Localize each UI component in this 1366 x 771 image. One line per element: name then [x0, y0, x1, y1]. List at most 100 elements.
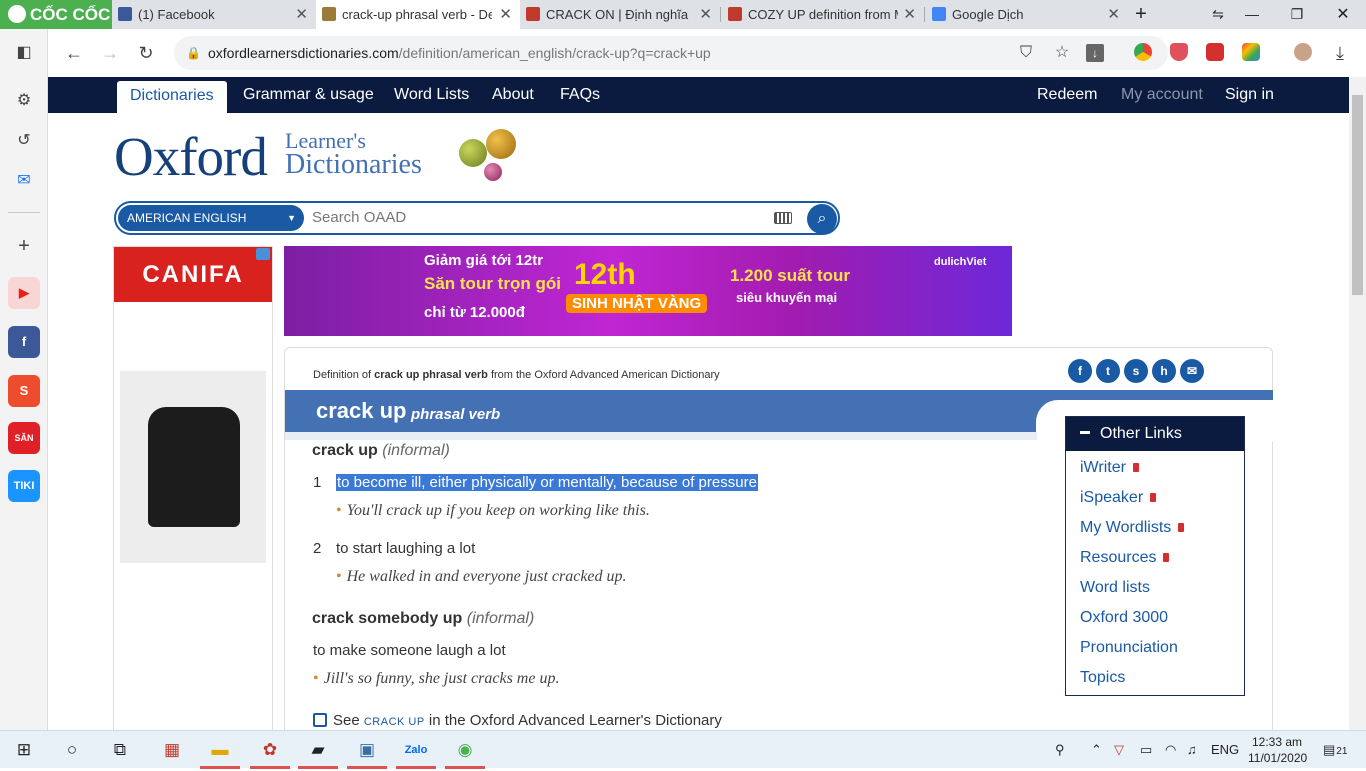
tab-oxford-crack-up[interactable]: crack-up phrasal verb - Def ✕ [316, 0, 520, 29]
messenger-icon[interactable]: ✉ [12, 169, 36, 193]
link-oxford-3000[interactable]: Oxford 3000 [1080, 609, 1168, 627]
facebook-share-icon[interactable]: f [1068, 359, 1092, 383]
nav-sign-in[interactable]: Sign in [1225, 77, 1274, 113]
address-bar[interactable]: 🔒 oxfordlearnersdictionaries.com/definit… [174, 36, 1168, 70]
tray-app-icon[interactable]: ▽ [1114, 731, 1124, 769]
link-label: Oxford 3000 [1080, 609, 1169, 626]
system-clock[interactable]: 12:33 am 11/01/2020 [1248, 734, 1307, 766]
coccoc-menu-button[interactable]: CỐC CỐC [0, 0, 112, 29]
people-icon[interactable]: ⚲ [1055, 731, 1065, 769]
see-also-link[interactable]: See CRACK UP in the Oxford Advanced Lear… [313, 712, 722, 729]
search-input[interactable]: Search OAAD [312, 209, 406, 226]
reload-icon[interactable]: ↻ [132, 39, 160, 67]
see-term[interactable]: CRACK UP [364, 716, 425, 728]
shield-icon[interactable]: ⛉ [1014, 36, 1038, 70]
dictionary-select[interactable]: AMERICAN ENGLISH ▼ [118, 205, 304, 231]
maximize-icon[interactable]: ❐ [1277, 0, 1317, 29]
sense-definition-selected[interactable]: to become ill, either physically or ment… [336, 474, 758, 491]
link-topics[interactable]: Topics [1080, 669, 1125, 687]
link-word-lists[interactable]: Word lists [1080, 579, 1150, 597]
scrollbar-thumb[interactable] [1352, 95, 1363, 295]
windows-start-icon[interactable]: ⊞ [11, 737, 37, 763]
nav-grammar-usage[interactable]: Grammar & usage [243, 77, 374, 113]
youtube-app-icon[interactable]: ▶ [8, 277, 40, 309]
search-circle-icon[interactable]: ○ [59, 737, 85, 763]
new-tab-plus-icon[interactable]: + [1121, 0, 1161, 29]
nav-dictionaries[interactable]: Dictionaries [117, 81, 227, 113]
tab-cozy-up[interactable]: COZY UP definition from M ✕ [722, 0, 924, 29]
settings-gear-icon[interactable]: ⚙ [12, 89, 36, 113]
sidebar-toggle-icon[interactable]: ◧ [12, 41, 36, 65]
shopee-app-icon[interactable]: S [8, 375, 40, 407]
battery-icon[interactable]: ▭ [1140, 731, 1152, 769]
wifi-icon[interactable]: ◠ [1165, 731, 1176, 769]
link-ispeaker[interactable]: iSpeaker [1080, 489, 1157, 507]
link-pronunciation[interactable]: Pronunciation [1080, 639, 1178, 657]
volume-icon[interactable]: ♫ [1187, 731, 1197, 769]
profile-avatar[interactable] [1294, 43, 1312, 61]
close-tab-icon[interactable]: ✕ [699, 0, 712, 29]
tray-chevron-up-icon[interactable]: ⌃ [1091, 731, 1102, 769]
entry-source-line: Definition of crack up phrasal verb from… [313, 369, 720, 381]
link-my-wordlists[interactable]: My Wordlists [1080, 519, 1185, 537]
sendo-app-icon[interactable]: SĂN [8, 422, 40, 454]
other-links-header[interactable]: Other Links [1066, 417, 1244, 451]
task-view-icon[interactable]: ⧉ [107, 737, 133, 763]
input-language[interactable]: ENG [1211, 731, 1239, 769]
forward-arrow-icon[interactable]: → [96, 39, 124, 67]
close-tab-icon[interactable]: ✕ [499, 0, 512, 29]
oxford-learners-dictionaries-logo[interactable]: Oxford Learner's Dictionaries [114, 125, 554, 195]
coccoc-taskbar-icon[interactable]: ◉ [452, 737, 478, 763]
back-arrow-icon[interactable]: ← [60, 39, 88, 67]
notification-center[interactable]: ▤21 [1323, 731, 1347, 769]
nav-my-account[interactable]: My account [1121, 77, 1203, 113]
nav-faqs[interactable]: FAQs [560, 77, 600, 113]
email-share-icon[interactable]: ✉ [1180, 359, 1204, 383]
tab-crack-on[interactable]: CRACK ON | Định nghĩa tro ✕ [520, 0, 720, 29]
close-tab-icon[interactable]: ✕ [295, 0, 308, 29]
tab-google-translate[interactable]: Google Dịch ✕ [926, 0, 1128, 29]
zalo-icon[interactable]: Zalo [403, 737, 429, 763]
facebook-app-icon[interactable]: f [8, 326, 40, 358]
file-explorer-icon[interactable]: ▬ [207, 737, 233, 763]
chrome-extension-icon[interactable] [1134, 43, 1152, 61]
lock-icon [1163, 553, 1170, 562]
search-button[interactable]: ⌕ [807, 204, 837, 234]
page-scrollbar[interactable] [1349, 77, 1366, 730]
tab-facebook[interactable]: (1) Facebook ✕ [112, 0, 316, 29]
add-app-plus-icon[interactable]: + [12, 234, 36, 258]
tiki-app-icon[interactable]: TIKI [8, 470, 40, 502]
ad-choices-icon[interactable] [256, 248, 270, 260]
close-window-icon[interactable]: ✕ [1323, 0, 1363, 29]
red-extension-icon[interactable] [1206, 43, 1224, 61]
app-puzzle-icon[interactable]: ▦ [159, 737, 185, 763]
downloads-icon[interactable]: ⤓ [1326, 39, 1354, 67]
stumbleupon-share-icon[interactable]: s [1124, 359, 1148, 383]
paint-app-icon[interactable]: ✿ [257, 737, 283, 763]
macmillan-favicon-icon [728, 7, 742, 21]
history-icon[interactable]: ↺ [12, 129, 36, 153]
link-resources[interactable]: Resources [1080, 549, 1170, 567]
cambridge-favicon-icon [526, 7, 540, 21]
nav-redeem[interactable]: Redeem [1037, 77, 1097, 113]
nav-about[interactable]: About [492, 77, 534, 113]
download-video-icon[interactable]: ↓ [1086, 44, 1104, 62]
sticky-notes-icon[interactable]: ▰ [305, 737, 331, 763]
close-tab-icon[interactable]: ✕ [1107, 0, 1120, 29]
twitter-share-icon[interactable]: t [1096, 359, 1120, 383]
left-ad[interactable]: CANIFA [113, 246, 273, 730]
minimize-icon[interactable]: — [1232, 0, 1272, 29]
nav-word-lists[interactable]: Word Lists [394, 77, 469, 113]
url-text[interactable]: oxfordlearnersdictionaries.com/definitio… [208, 36, 711, 70]
color-extension-icon[interactable] [1242, 43, 1260, 61]
app-photo-icon[interactable]: ▣ [354, 737, 380, 763]
hi-share-icon[interactable]: h [1152, 359, 1176, 383]
tab-title: crack-up phrasal verb - Def [342, 7, 492, 22]
top-banner-ad[interactable]: Giảm giá tới 12tr Săn tour trọn gói chỉ … [284, 246, 1012, 336]
bookmark-star-icon[interactable]: ☆ [1050, 36, 1074, 70]
close-tab-icon[interactable]: ✕ [903, 0, 916, 29]
keyboard-icon[interactable] [774, 212, 792, 224]
link-iwriter[interactable]: iWriter [1080, 459, 1139, 477]
source-bold: crack up phrasal verb [374, 369, 488, 381]
adblock-extension-icon[interactable] [1170, 43, 1188, 61]
